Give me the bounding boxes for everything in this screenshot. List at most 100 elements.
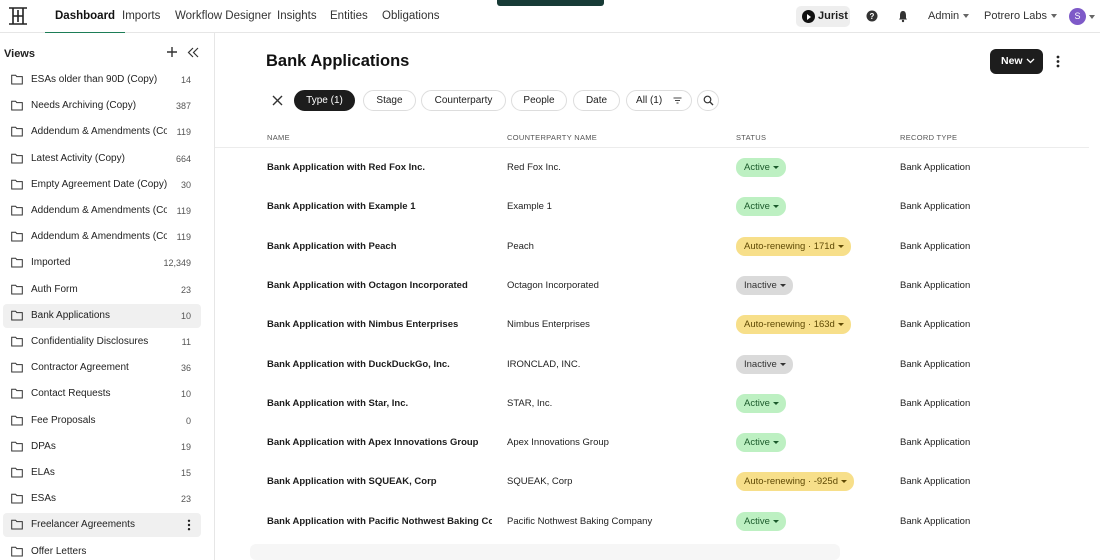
- table-row[interactable]: Bank Application with DuckDuckGo, Inc. IR…: [215, 345, 1089, 384]
- record-name[interactable]: Bank Application with Nimbus Enterprises: [267, 305, 492, 344]
- sidebar-item[interactable]: Confidentiality Disclosures 11: [3, 330, 201, 354]
- app-logo-icon[interactable]: [8, 6, 28, 26]
- counterparty-name: SQUEAK, Corp: [507, 476, 573, 488]
- folder-icon: [11, 258, 23, 268]
- jurist-button[interactable]: Jurist: [796, 6, 850, 27]
- sidebar-item[interactable]: Contractor Agreement 36: [3, 356, 201, 380]
- filter-chip-date[interactable]: Date: [573, 90, 620, 111]
- counterparty-name: Example 1: [507, 201, 552, 213]
- sidebar-item-label: Contact Requests: [31, 388, 111, 400]
- org-menu[interactable]: Potrero Labs: [984, 0, 1057, 33]
- record-name[interactable]: Bank Application with Pacific Nothwest B…: [267, 502, 492, 541]
- folder-icon: [11, 310, 23, 321]
- nav-tab-entities[interactable]: Entities: [330, 0, 368, 33]
- status-badge[interactable]: Active: [736, 158, 786, 177]
- bell-icon[interactable]: [896, 9, 910, 23]
- status-badge[interactable]: Active: [736, 433, 786, 453]
- help-icon[interactable]: ?: [865, 9, 879, 23]
- filter-chip-people[interactable]: People: [511, 90, 567, 111]
- org-label: Potrero Labs: [984, 10, 1047, 22]
- status-badge[interactable]: Auto-renewing · 163d: [736, 315, 851, 335]
- sidebar-item[interactable]: Freelancer Agreements: [3, 513, 201, 538]
- record-name[interactable]: Bank Application with DuckDuckGo, Inc.: [267, 345, 492, 384]
- sidebar-item[interactable]: Offer Letters: [3, 540, 201, 560]
- record-name[interactable]: Bank Application with SQUEAK, Corp: [267, 462, 492, 501]
- kebab-icon[interactable]: [187, 519, 191, 531]
- folder-icon: [11, 231, 23, 242]
- record-name[interactable]: Bank Application with Octagon Incorporat…: [267, 266, 492, 305]
- status-badge[interactable]: Auto-renewing · -925d: [736, 472, 854, 492]
- filter-chip-type[interactable]: Type (1): [294, 90, 355, 111]
- sidebar-item[interactable]: Needs Archiving (Copy) 387: [3, 94, 201, 118]
- counterparty-name: Red Fox Inc.: [507, 162, 561, 173]
- column-header-name[interactable]: NAME: [267, 133, 290, 142]
- status-badge[interactable]: Inactive: [736, 354, 793, 374]
- table-row[interactable]: Bank Application with Star, Inc. STAR, In…: [215, 384, 1089, 423]
- search-button[interactable]: [697, 90, 719, 111]
- sidebar-item[interactable]: Contact Requests 10: [3, 382, 201, 406]
- sidebar-item[interactable]: Empty Agreement Date (Copy) 30: [3, 173, 201, 197]
- status-badge[interactable]: Active: [736, 197, 786, 217]
- table-row[interactable]: Bank Application with SQUEAK, Corp SQUEAK…: [215, 462, 1089, 501]
- column-header-record-type[interactable]: RECORD TYPE: [900, 133, 957, 142]
- table-row[interactable]: Bank Application with Nimbus Enterprises…: [215, 305, 1089, 344]
- record-type: Bank Application: [900, 201, 971, 213]
- close-icon[interactable]: [272, 95, 283, 106]
- record-type: Bank Application: [900, 162, 971, 173]
- nav-tab-dashboard[interactable]: Dashboard: [44, 0, 126, 34]
- sidebar-item[interactable]: Bank Applications 10: [3, 303, 201, 328]
- sidebar-item[interactable]: Auth Form 23: [3, 278, 201, 302]
- filter-chip-stage[interactable]: Stage: [363, 90, 416, 111]
- sidebar-item[interactable]: Addendum & Amendments (Co 119: [3, 199, 201, 223]
- nav-tab-insights[interactable]: Insights: [277, 0, 317, 33]
- plus-icon[interactable]: [166, 46, 178, 58]
- sidebar-item[interactable]: Imported 12,349: [3, 251, 201, 275]
- collapse-icon[interactable]: [187, 47, 199, 58]
- sidebar-item[interactable]: Addendum & Amendments (Co 119: [3, 225, 201, 249]
- status-badge[interactable]: Inactive: [736, 275, 793, 295]
- admin-menu[interactable]: Admin: [928, 0, 970, 33]
- table-row[interactable]: Bank Application with Peach Peach Auto-ren…: [215, 227, 1089, 266]
- sidebar-item[interactable]: ESAs 23: [3, 487, 201, 511]
- table-row[interactable]: Bank Application with Example 1 Example 1…: [215, 187, 1089, 226]
- nav-tab-obligations[interactable]: Obligations: [382, 0, 440, 33]
- sidebar-item-label: Needs Archiving (Copy): [31, 100, 137, 112]
- record-name[interactable]: Bank Application with Star, Inc.: [267, 384, 492, 423]
- table-row[interactable]: Bank Application with Pacific Nothwest B…: [215, 502, 1089, 541]
- counterparty-name: Nimbus Enterprises: [507, 319, 590, 331]
- status-badge[interactable]: Active: [736, 393, 786, 413]
- sidebar-item[interactable]: Fee Proposals 0: [3, 409, 201, 433]
- sidebar-item-label: ESAs: [31, 493, 57, 505]
- counterparty-name: Apex Innovations Group: [507, 437, 609, 449]
- sidebar-item-count: 36: [180, 363, 191, 374]
- nav-tab-imports[interactable]: Imports: [122, 0, 160, 33]
- sidebar-item-count: 119: [176, 206, 191, 216]
- column-header-counterparty[interactable]: COUNTERPARTY NAME: [507, 133, 597, 142]
- kebab-icon[interactable]: [1056, 55, 1060, 68]
- table-row[interactable]: Bank Application with Octagon Incorporat…: [215, 266, 1089, 305]
- status-badge[interactable]: Active: [736, 511, 786, 531]
- column-header-status[interactable]: STATUS: [736, 133, 766, 142]
- sidebar-item[interactable]: ESAs older than 90D (Copy) 14: [3, 68, 201, 92]
- sidebar-item-count: 10: [180, 389, 191, 400]
- sidebar-item-label: Addendum & Amendments (Co: [31, 126, 167, 138]
- nav-tab-workflow-designer[interactable]: Workflow Designer: [175, 0, 271, 33]
- new-button[interactable]: New: [990, 49, 1043, 74]
- sidebar-item[interactable]: DPAs 19: [3, 435, 201, 459]
- chevron-down-icon[interactable]: [1089, 15, 1095, 19]
- avatar[interactable]: S: [1069, 8, 1086, 25]
- record-name[interactable]: Bank Application with Red Fox Inc.: [267, 148, 492, 187]
- sidebar-item[interactable]: ELAs 15: [3, 461, 201, 485]
- sidebar-item-count: 19: [180, 441, 191, 452]
- table-row[interactable]: Bank Application with Apex Innovations G…: [215, 423, 1089, 462]
- status-badge[interactable]: Auto-renewing · 171d: [736, 236, 851, 256]
- filter-chip-all[interactable]: All (1): [626, 90, 692, 111]
- sidebar-item[interactable]: Addendum & Amendments (Co 119: [3, 120, 201, 144]
- table-row[interactable]: Bank Application with Red Fox Inc. Red Fo…: [215, 148, 1089, 187]
- record-name[interactable]: Bank Application with Peach: [267, 227, 492, 266]
- record-name[interactable]: Bank Application with Example 1: [267, 187, 492, 226]
- sidebar-item[interactable]: Latest Activity (Copy) 664: [3, 147, 201, 171]
- counterparty-name: Pacific Nothwest Baking Company: [507, 515, 653, 527]
- filter-chip-counterparty[interactable]: Counterparty: [421, 90, 506, 111]
- record-name[interactable]: Bank Application with Apex Innovations G…: [267, 423, 492, 462]
